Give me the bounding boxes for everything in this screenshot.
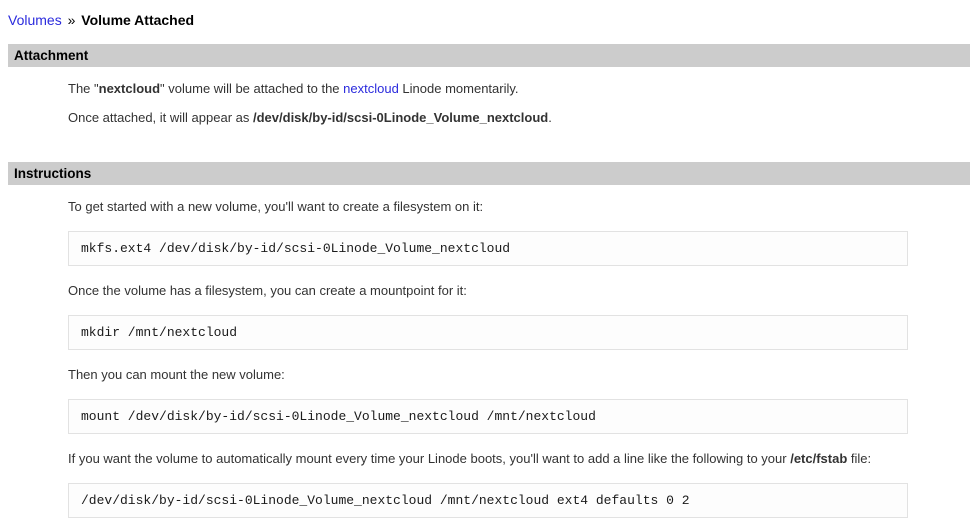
page-title: Volume Attached (81, 12, 194, 28)
volume-name: nextcloud (99, 81, 160, 96)
device-path: /dev/disk/by-id/scsi-0Linode_Volume_next… (253, 110, 548, 125)
code-block-mkfs: mkfs.ext4 /dev/disk/by-id/scsi-0Linode_V… (68, 231, 908, 266)
page: Volumes » Volume Attached Attachment The… (0, 0, 980, 518)
instructions-section-body: To get started with a new volume, you'll… (68, 199, 908, 518)
instruction-step-text: Once the volume has a filesystem, you ca… (68, 283, 908, 298)
code-block-fstab: /dev/disk/by-id/scsi-0Linode_Volume_next… (68, 483, 908, 518)
code-block-mount: mount /dev/disk/by-id/scsi-0Linode_Volum… (68, 399, 908, 434)
linode-link[interactable]: nextcloud (343, 81, 399, 96)
instruction-step-text: Then you can mount the new volume: (68, 367, 908, 382)
code-block-mkdir: mkdir /mnt/nextcloud (68, 315, 908, 350)
fstab-path: /etc/fstab (790, 451, 847, 466)
attachment-status-text: The "nextcloud" volume will be attached … (68, 81, 908, 96)
breadcrumb-separator: » (62, 12, 82, 28)
attachment-section-body: The "nextcloud" volume will be attached … (68, 81, 908, 125)
instruction-step-text: If you want the volume to automatically … (68, 451, 908, 466)
breadcrumb-link-volumes[interactable]: Volumes (8, 12, 62, 28)
breadcrumb: Volumes » Volume Attached (8, 12, 970, 28)
attachment-path-text: Once attached, it will appear as /dev/di… (68, 110, 908, 125)
section-header-instructions: Instructions (8, 162, 970, 185)
section-header-attachment: Attachment (8, 44, 970, 67)
instruction-step-text: To get started with a new volume, you'll… (68, 199, 908, 214)
